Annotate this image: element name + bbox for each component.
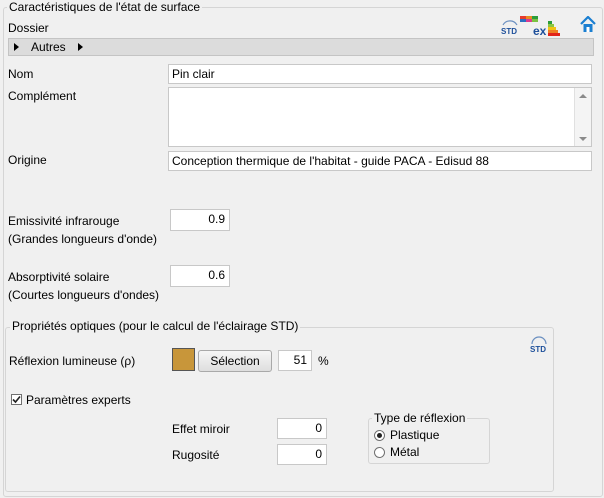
color-swatch[interactable] bbox=[172, 348, 195, 371]
tab-bar: Autres bbox=[8, 38, 594, 56]
reflection-input[interactable]: 51 bbox=[278, 350, 312, 371]
tab-right-arrow-icon[interactable] bbox=[78, 43, 83, 51]
roughness-input[interactable]: 0 bbox=[277, 444, 327, 465]
complement-scrollbar[interactable] bbox=[574, 88, 591, 146]
reflection-label: Réflexion lumineuse (ρ) bbox=[9, 354, 136, 368]
svg-text:STD: STD bbox=[501, 27, 517, 36]
check-icon bbox=[12, 395, 21, 404]
home-icon[interactable] bbox=[580, 15, 596, 33]
roughness-label: Rugosité bbox=[172, 448, 220, 462]
origin-label: Origine bbox=[8, 153, 47, 167]
emissivity-sublabel: (Grandes longueurs d'onde) bbox=[8, 232, 158, 246]
percent-label: % bbox=[318, 354, 329, 368]
tab-autres[interactable]: Autres bbox=[31, 40, 66, 54]
name-label: Nom bbox=[8, 67, 34, 81]
origin-input[interactable]: Conception thermique de l'habitat - guid… bbox=[168, 151, 592, 171]
selection-button[interactable]: Sélection bbox=[198, 350, 272, 372]
frame-title: Caractéristiques de l'état de surface bbox=[7, 0, 203, 14]
svg-text:STD: STD bbox=[530, 345, 546, 354]
reflection-type-title: Type de réflexion bbox=[372, 411, 468, 425]
mirror-input[interactable]: 0 bbox=[277, 418, 327, 439]
optics-std-icon[interactable]: STD bbox=[529, 334, 549, 354]
complement-label: Complément bbox=[8, 89, 77, 103]
svg-text:ex: ex bbox=[533, 24, 547, 36]
complement-textarea[interactable] bbox=[168, 87, 592, 147]
scroll-up-icon[interactable] bbox=[578, 93, 588, 99]
radio-plastique-label[interactable]: Plastique bbox=[390, 428, 439, 442]
std-energy-icon[interactable]: STD ex bbox=[500, 16, 566, 38]
name-input[interactable]: Pin clair bbox=[168, 64, 592, 84]
emissivity-input[interactable]: 0.9 bbox=[170, 209, 230, 231]
folder-label: Dossier bbox=[8, 21, 49, 35]
absorptivity-sublabel: (Courtes longueurs d'ondes) bbox=[8, 288, 160, 302]
emissivity-label: Emissivité infrarouge bbox=[8, 214, 120, 228]
mirror-label: Effet miroir bbox=[172, 422, 230, 436]
tab-left-arrow-icon[interactable] bbox=[14, 43, 19, 51]
radio-metal-label[interactable]: Métal bbox=[390, 445, 419, 459]
experts-label[interactable]: Paramètres experts bbox=[26, 393, 131, 407]
scroll-down-icon[interactable] bbox=[578, 136, 588, 142]
absorptivity-input[interactable]: 0.6 bbox=[170, 265, 230, 287]
radio-metal[interactable] bbox=[374, 447, 385, 458]
radio-selected-dot bbox=[377, 433, 382, 438]
absorptivity-label: Absorptivité solaire bbox=[8, 270, 110, 284]
experts-checkbox[interactable] bbox=[11, 394, 22, 405]
radio-plastique[interactable] bbox=[374, 430, 385, 441]
optics-title: Propriétés optiques (pour le calcul de l… bbox=[10, 319, 301, 333]
